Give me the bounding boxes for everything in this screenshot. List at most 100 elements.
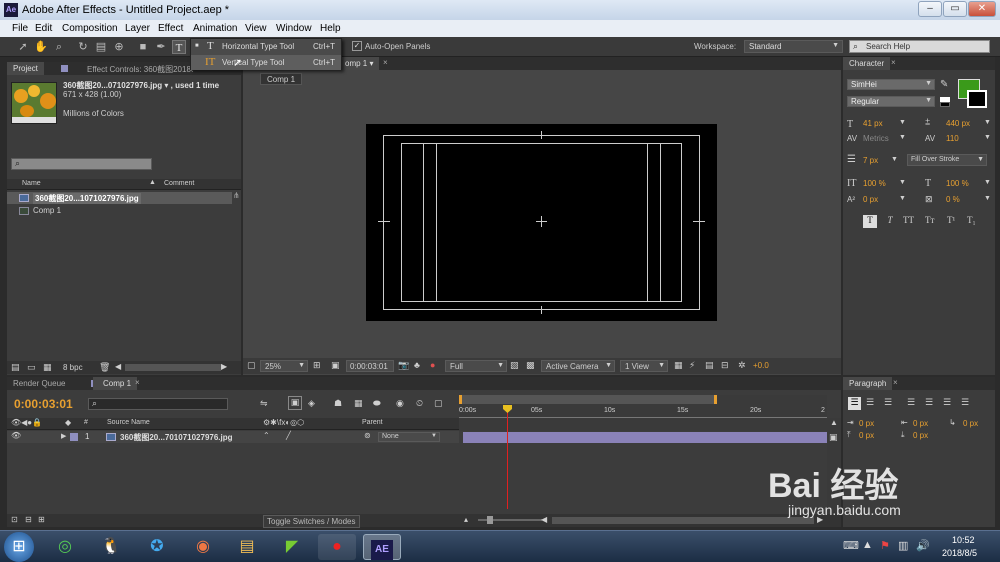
list-item[interactable]: Comp 1: [7, 205, 232, 217]
zoom-in-icon[interactable]: ◀: [541, 515, 547, 524]
font-style-select[interactable]: Regular ▼: [847, 96, 935, 107]
visibility-icon[interactable]: 👁: [11, 431, 21, 440]
menu-animation[interactable]: Animation: [193, 23, 237, 34]
menu-file[interactable]: File: [12, 23, 28, 34]
explorer-icon[interactable]: ▤: [228, 534, 266, 560]
auto-keyframe-icon[interactable]: ⏲: [416, 398, 423, 409]
layer-name[interactable]: 360截图20...701071027976.jpg: [120, 432, 233, 443]
tab-comp1[interactable]: omp 1 ▾: [339, 57, 380, 70]
new-folder-icon[interactable]: ▭: [27, 362, 36, 373]
tab-comp1-timeline[interactable]: Comp 1: [93, 377, 138, 390]
justify-center-icon[interactable]: ☰: [925, 397, 933, 408]
pickwhip-icon[interactable]: ⊚: [364, 431, 371, 440]
maximize-button[interactable]: ▭: [943, 1, 967, 17]
table-row[interactable]: 👁 ▶ 1 360截图20...701071027976.jpg ⌃ ╱ ⊚ N…: [7, 431, 459, 443]
app-green-icon[interactable]: ◤: [273, 534, 311, 560]
zoom-select[interactable]: 25% ▼: [260, 360, 308, 372]
stroke-type-select[interactable]: Fill Over Stroke ▼: [907, 154, 987, 166]
minimize-button[interactable]: –: [918, 1, 942, 17]
menu-item-vertical-type[interactable]: IT Vertical Type Tool Ctrl+T: [191, 55, 341, 70]
hierarchy-icon[interactable]: ⋔: [233, 191, 241, 201]
space-after-value[interactable]: 0 px: [913, 431, 928, 440]
comp-flow-button[interactable]: Comp 1: [260, 73, 303, 85]
menu-view[interactable]: View: [245, 23, 267, 34]
search-help-input[interactable]: ⌕ Search Help: [849, 40, 990, 53]
justify-right-icon[interactable]: ☰: [943, 397, 951, 408]
menu-help[interactable]: Help: [320, 23, 341, 34]
align-right-icon[interactable]: ☰: [884, 397, 892, 408]
col-name[interactable]: Name: [22, 180, 41, 187]
eyedropper-icon[interactable]: ✎: [940, 79, 948, 90]
timeline-search-input[interactable]: ⌕: [88, 398, 228, 410]
menu-edit[interactable]: Edit: [35, 23, 52, 34]
toggle-pixel-icon[interactable]: ▦: [674, 360, 683, 371]
chevron-down-icon[interactable]: ▼: [899, 119, 906, 126]
chevron-down-icon[interactable]: ▼: [984, 134, 991, 141]
font-family-select[interactable]: SimHei ▼: [847, 79, 935, 90]
tab-effect-controls[interactable]: Effect Controls: 360截图20180807: [81, 62, 193, 75]
col-source-name[interactable]: Source Name: [107, 419, 150, 426]
stroke-color-swatch[interactable]: [967, 90, 987, 108]
exposure-value[interactable]: +0.0: [753, 361, 769, 370]
indent-right-value[interactable]: 0 px: [913, 419, 928, 428]
align-left-icon[interactable]: ☰: [848, 397, 861, 410]
tsume-value[interactable]: 0 %: [946, 195, 960, 204]
views-select[interactable]: 1 View ▼: [620, 360, 668, 372]
parent-select[interactable]: None ▼: [378, 432, 440, 442]
zoom-out-icon[interactable]: ▴: [464, 515, 468, 524]
selection-tool-icon[interactable]: ➚: [16, 40, 30, 54]
indent-left-value[interactable]: 0 px: [859, 419, 874, 428]
hand-tool-icon[interactable]: ✋: [34, 40, 48, 54]
auto-open-checkbox[interactable]: ✓: [352, 41, 362, 51]
menu-layer[interactable]: Layer: [125, 23, 150, 34]
live-update-icon[interactable]: ◈: [308, 398, 315, 409]
fast-previews-icon[interactable]: ⚡: [689, 360, 695, 371]
leading-value[interactable]: 440 px: [946, 119, 970, 128]
camera-tool-icon[interactable]: ▤: [94, 40, 108, 54]
menu-composition[interactable]: Composition: [62, 23, 118, 34]
close-tab-icon[interactable]: ×: [383, 58, 388, 67]
draft-3d-icon[interactable]: ▣: [288, 396, 302, 410]
expand-transfer-icon[interactable]: ⊟: [25, 515, 32, 524]
chevron-down-icon[interactable]: ▼: [984, 179, 991, 186]
magnify-icon[interactable]: ▢: [247, 360, 256, 371]
record-icon[interactable]: ●: [318, 534, 356, 560]
menu-effect[interactable]: Effect: [158, 23, 183, 34]
font-size-value[interactable]: 41 px: [863, 119, 883, 128]
chevron-down-icon[interactable]: ▼: [899, 179, 906, 186]
network-icon[interactable]: ▥: [898, 539, 908, 552]
app-360-icon[interactable]: ◎: [46, 534, 84, 560]
chevron-down-icon[interactable]: ▼: [899, 134, 906, 141]
tray-arrow-icon[interactable]: ▲: [862, 539, 873, 551]
graph-editor-icon[interactable]: ▢: [434, 398, 443, 409]
new-comp-icon[interactable]: ▦: [43, 362, 52, 373]
frame-blending-icon[interactable]: ▦: [354, 398, 363, 409]
kerning-value[interactable]: Metrics: [863, 134, 889, 143]
transparency-grid-icon[interactable]: ▩: [526, 360, 535, 371]
brainstorm-icon[interactable]: ◉: [396, 398, 404, 409]
timecode-field[interactable]: 0:00:03:01: [346, 360, 394, 372]
expand-layer-icon[interactable]: ⊡: [11, 515, 18, 524]
flowchart-icon[interactable]: ⊟: [721, 360, 729, 371]
chevron-down-icon[interactable]: ▼: [891, 156, 898, 163]
zoom-tool-icon[interactable]: ⌕: [52, 40, 66, 54]
vertical-scale-value[interactable]: 100 %: [863, 179, 886, 188]
all-caps-button[interactable]: TT: [903, 215, 914, 225]
tab-render-queue[interactable]: Render Queue: [7, 377, 71, 390]
horizontal-scale-value[interactable]: 100 %: [946, 179, 969, 188]
bpc-label[interactable]: 8 bpc: [63, 363, 83, 372]
keyboard-icon[interactable]: ⌨: [843, 539, 859, 552]
camera-select[interactable]: Active Camera ▼: [541, 360, 615, 372]
small-caps-button[interactable]: Tт: [925, 215, 934, 225]
project-search-input[interactable]: ⌕: [11, 158, 152, 170]
horizontal-scrollbar[interactable]: [125, 364, 221, 371]
trash-icon[interactable]: 🗑: [99, 362, 110, 373]
channel-icon[interactable]: ●: [430, 360, 435, 370]
snapshot-icon[interactable]: 📷: [398, 360, 409, 371]
justify-left-icon[interactable]: ☰: [907, 397, 915, 408]
justify-all-icon[interactable]: ☰: [961, 397, 969, 408]
ae-taskbar-button[interactable]: AE: [363, 534, 401, 560]
layer-duration-bar[interactable]: [463, 432, 827, 443]
menu-item-horizontal-type[interactable]: ■ T Horizontal Type Tool Ctrl+T: [191, 39, 341, 54]
list-item[interactable]: 360截图20...1071027976.jpg: [7, 192, 232, 204]
